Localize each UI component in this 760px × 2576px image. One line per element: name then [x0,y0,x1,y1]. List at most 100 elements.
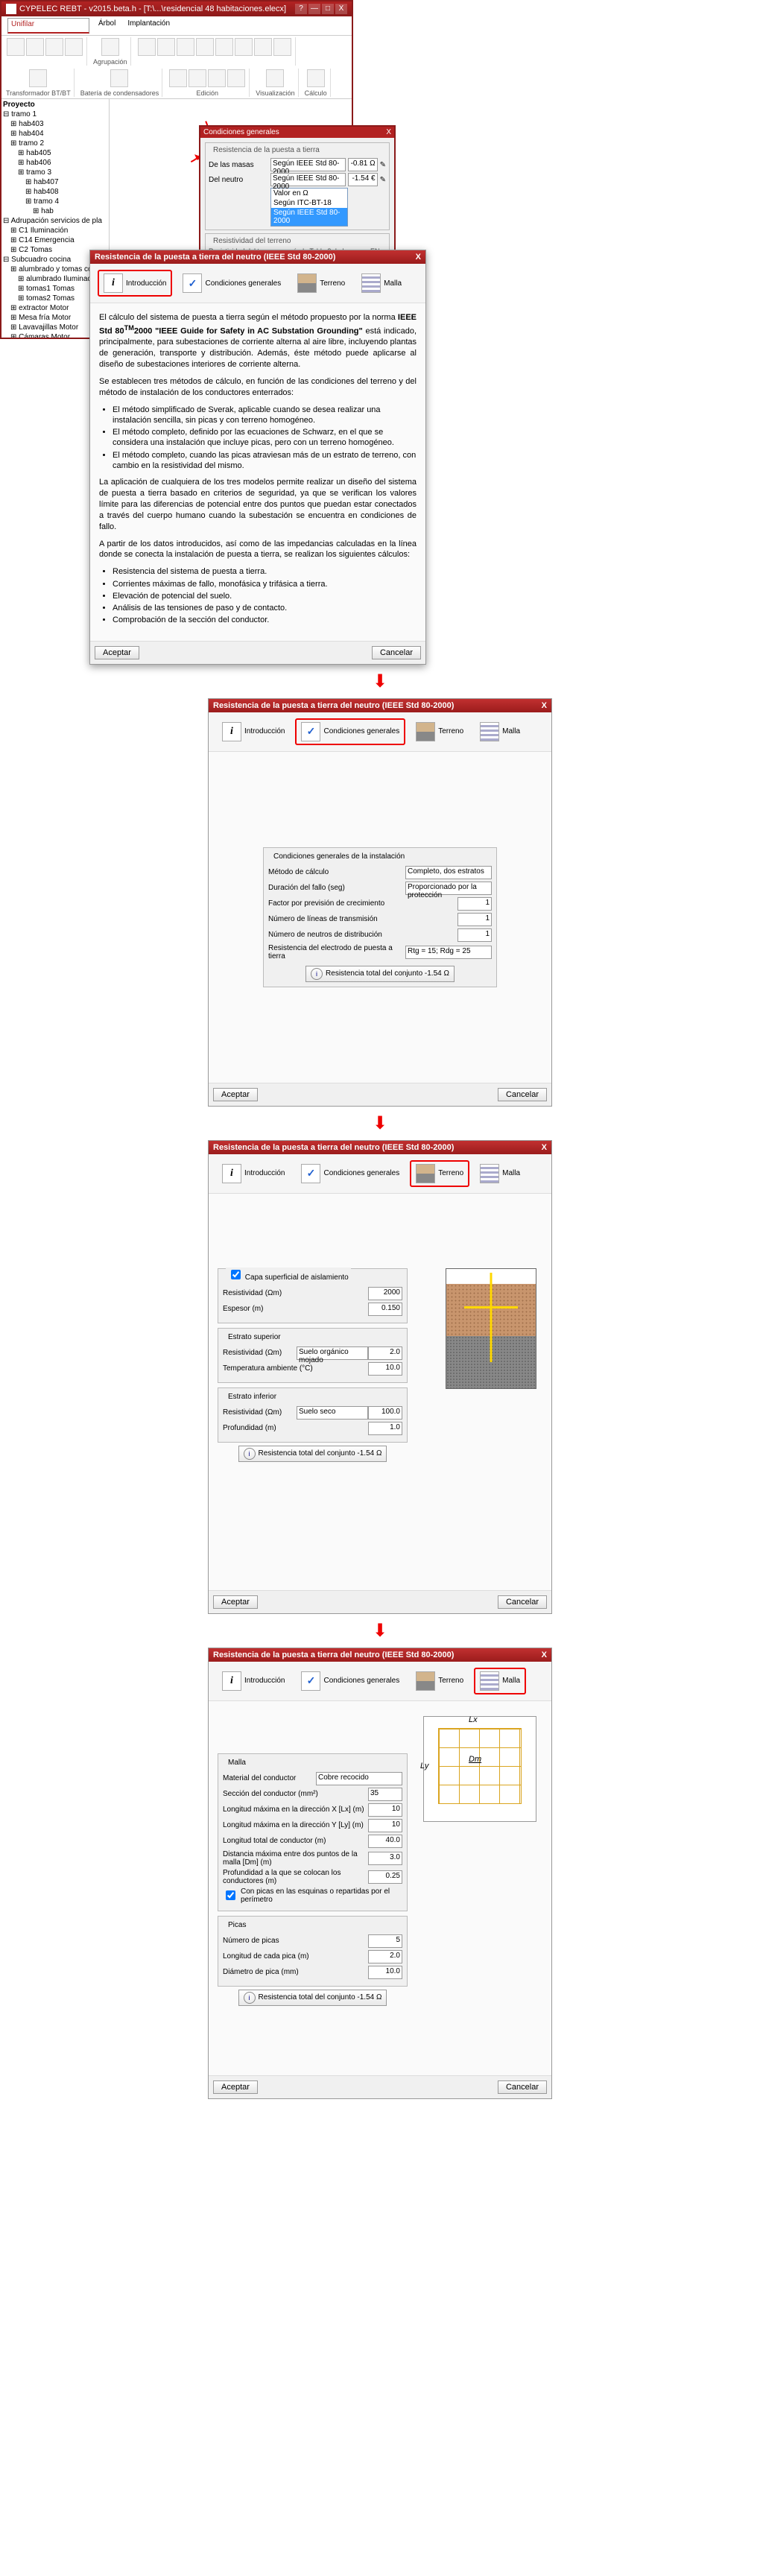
input-npicas[interactable]: 5 [368,1934,402,1948]
checkbox-picas[interactable] [226,1890,235,1900]
tab-implantacion[interactable]: Implantación [124,18,173,34]
tab-condiciones[interactable]: ✓Condiciones generales [295,718,405,745]
tab-terreno[interactable]: Terreno [410,1160,469,1187]
tree-item[interactable]: ⊞ C1 Iluminación [3,226,107,235]
input-dm[interactable]: 3.0 [368,1852,402,1865]
tool-icon[interactable] [189,69,206,87]
tab-introduccion[interactable]: iIntroducción [98,270,172,297]
symbol-icon[interactable] [273,38,291,56]
close-icon[interactable]: X [386,128,391,136]
tab-malla[interactable]: Malla [474,718,526,745]
input-ltotal[interactable]: 40.0 [368,1835,402,1848]
cancel-button[interactable]: Cancelar [498,1595,547,1609]
dropdown-option[interactable]: Valor en Ω [271,189,347,198]
resistance-button[interactable]: iResistencia total del conjunto -1.54 Ω [238,1990,387,2006]
accept-button[interactable]: Aceptar [95,646,139,659]
tab-unifilar[interactable]: Unifilar [7,18,89,34]
symbol-icon[interactable] [235,38,253,56]
close-icon[interactable]: X [542,701,547,710]
close-icon[interactable]: X [416,253,421,262]
tree-item[interactable]: ⊞ tramo 3 [3,168,107,177]
tree-item[interactable]: ⊞ C14 Emergencia [3,235,107,245]
input-factor[interactable]: 1 [457,897,492,911]
tree-item[interactable]: ⊞ hab405 [3,148,107,158]
accept-button[interactable]: Aceptar [213,1088,258,1101]
tool-icon[interactable] [208,69,226,87]
input-lpica[interactable]: 2.0 [368,1950,402,1963]
edit-icon[interactable]: ✎ [380,161,386,169]
tree-item[interactable]: ⊞ hab404 [3,129,107,139]
close-button[interactable]: X [335,4,347,14]
maximize-button[interactable]: □ [322,4,334,14]
resistance-button[interactable]: iResistencia total del conjunto -1.54 Ω [305,966,455,982]
symbol-icon[interactable] [157,38,175,56]
cancel-button[interactable]: Cancelar [498,1088,547,1101]
tool-icon[interactable] [7,38,25,56]
tree-item[interactable]: ⊞ hab403 [3,119,107,129]
select-electrodo[interactable]: Rtg = 15; Rdg = 25 [405,946,492,959]
tab-introduccion[interactable]: iIntroducción [216,1160,291,1187]
symbol-icon[interactable] [177,38,194,56]
dropdown-open[interactable]: Valor en Ω Según ITC-BT-18 Según IEEE St… [270,188,348,227]
tree-item[interactable]: ⊞ hab407 [3,177,107,187]
dialog-header[interactable]: Condiciones generalesX [200,127,394,138]
tree-item[interactable]: ⊟ Adrupación servicios de pla [3,216,107,226]
close-icon[interactable]: X [542,1143,547,1152]
accept-button[interactable]: Aceptar [213,2080,258,2094]
tab-condiciones[interactable]: ✓Condiciones generales [295,1160,405,1187]
tab-condiciones[interactable]: ✓Condiciones generales [177,270,287,297]
input-lineas[interactable]: 1 [457,913,492,926]
select-seccion[interactable]: 35 [368,1788,402,1801]
select-suelo-inf[interactable]: Suelo seco [297,1406,368,1420]
edit-icon[interactable]: ✎ [380,176,386,184]
tool-icon[interactable] [227,69,245,87]
symbol-icon[interactable] [196,38,214,56]
resistance-button[interactable]: iResistencia total del conjunto -1.54 Ω [238,1446,387,1462]
select-material[interactable]: Cobre recocido [316,1772,402,1785]
tool-icon[interactable] [101,38,119,56]
dropdown-option-selected[interactable]: Según IEEE Std 80-2000 [271,208,347,226]
tab-arbol[interactable]: Árbol [95,18,118,34]
tab-malla[interactable]: Malla [474,1160,526,1187]
modal-header[interactable]: Resistencia de la puesta a tierra del ne… [90,250,425,264]
accept-button[interactable]: Aceptar [213,1595,258,1609]
tree-item[interactable]: ⊞ hab408 [3,187,107,197]
cancel-button[interactable]: Cancelar [372,646,421,659]
tab-terreno[interactable]: Terreno [410,718,469,745]
select-neutro[interactable]: Según IEEE Std 80-2000 [270,173,346,186]
input-neutros[interactable]: 1 [457,928,492,942]
dropdown-option[interactable]: Según ITC-BT-18 [271,198,347,208]
tree-item[interactable]: ⊞ tramo 4 [3,197,107,206]
select-masas[interactable]: Según IEEE Std 80-2000 [270,158,346,171]
calc-icon[interactable] [307,69,325,87]
select-duracion[interactable]: Proporcionado por la protección [405,882,492,895]
tab-malla[interactable]: Malla [474,1668,526,1694]
symbol-icon[interactable] [215,38,233,56]
cancel-button[interactable]: Cancelar [498,2080,547,2094]
tab-terreno[interactable]: Terreno [410,1668,469,1694]
minimize-button[interactable]: — [308,4,320,14]
input-espesor[interactable]: 0.150 [368,1303,402,1316]
checkbox-capa[interactable] [231,1270,241,1279]
symbol-icon[interactable] [138,38,156,56]
input-prof-cond[interactable]: 0.25 [368,1870,402,1884]
input-ly[interactable]: 10 [368,1819,402,1832]
input-resist[interactable]: 2000 [368,1287,402,1300]
tab-condiciones[interactable]: ✓Condiciones generales [295,1668,405,1694]
transformer-icon[interactable] [29,69,47,87]
symbol-icon[interactable] [254,38,272,56]
tab-introduccion[interactable]: iIntroducción [216,718,291,745]
tree-item[interactable]: ⊟ tramo 1 [3,110,107,119]
capacitor-icon[interactable] [110,69,128,87]
tool-icon[interactable] [26,38,44,56]
tree-item[interactable]: ⊞ hab406 [3,158,107,168]
tool-icon[interactable] [65,38,83,56]
tab-terreno[interactable]: Terreno [291,270,351,297]
tool-icon[interactable] [169,69,187,87]
tab-introduccion[interactable]: iIntroducción [216,1668,291,1694]
tree-item[interactable]: ⊞ tramo 2 [3,139,107,148]
tab-malla[interactable]: Malla [355,270,408,297]
close-icon[interactable]: X [542,1651,547,1659]
input-temp[interactable]: 10.0 [368,1362,402,1376]
input-dpica[interactable]: 10.0 [368,1966,402,1979]
